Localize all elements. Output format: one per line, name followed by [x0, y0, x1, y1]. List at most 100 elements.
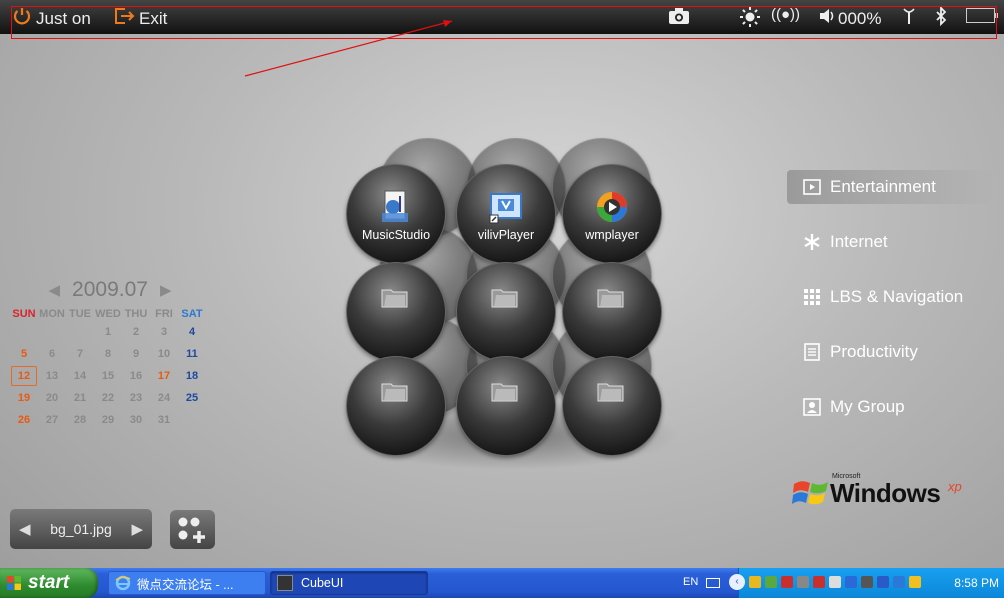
calendar-day[interactable]: 5: [10, 343, 38, 365]
calendar-day[interactable]: 19: [10, 387, 38, 409]
calendar-day[interactable]: 1: [94, 321, 122, 343]
previous-wallpaper-button[interactable]: ◀: [19, 520, 31, 538]
calendar-day[interactable]: 7: [66, 343, 94, 365]
tray-bluetooth-icon[interactable]: [845, 576, 857, 588]
language-indicator[interactable]: EN: [683, 576, 698, 588]
menu-item-lbs-navigation[interactable]: LBS & Navigation: [787, 280, 997, 314]
system-tray: ‹ 8:58 PM: [729, 568, 1004, 598]
folder-icon: [381, 383, 408, 402]
menu-item-productivity[interactable]: Productivity: [787, 335, 997, 369]
tray-app-icon[interactable]: [765, 576, 777, 588]
calendar-day[interactable]: 10: [150, 343, 178, 365]
calendar-day[interactable]: 24: [150, 387, 178, 409]
calendar-day[interactable]: 30: [122, 409, 150, 431]
menu-item-internet[interactable]: Internet: [787, 225, 997, 259]
viliv-player-icon: [451, 188, 561, 226]
keyboard-icon[interactable]: [706, 578, 720, 588]
calendar-day[interactable]: 17: [150, 365, 178, 387]
tray-shield-icon[interactable]: [861, 576, 873, 588]
person-icon: [803, 398, 821, 416]
calendar-day[interactable]: 13: [38, 365, 66, 387]
taskbar-button-label: 微点交流论坛 - ...: [137, 577, 234, 592]
taskbar-button-cubeui[interactable]: CubeUI: [270, 571, 428, 595]
calendar-day[interactable]: 2: [122, 321, 150, 343]
calendar-day[interactable]: 21: [66, 387, 94, 409]
tray-network-icon[interactable]: [797, 576, 809, 588]
app-launcher-wmplayer[interactable]: wmplayer: [557, 188, 667, 242]
next-month-button[interactable]: ▶: [160, 281, 172, 299]
menu-item-label: Entertainment: [830, 177, 936, 196]
calendar-day[interactable]: 31: [150, 409, 178, 431]
tray-expand-icon[interactable]: ‹: [729, 574, 745, 590]
volume-control[interactable]: 000%: [818, 6, 881, 31]
wallpaper-filename: bg_01.jpg: [50, 521, 112, 537]
app-launcher-musicstudio[interactable]: MusicStudio: [341, 188, 451, 242]
taskbar-button-forum[interactable]: 微点交流论坛 - ...: [108, 571, 266, 595]
internet-explorer-icon: [115, 575, 131, 591]
antenna-icon: [902, 6, 916, 26]
tray-network-disconnected-icon[interactable]: [781, 576, 793, 588]
calendar-day[interactable]: 27: [38, 409, 66, 431]
tray-volume-icon[interactable]: [829, 576, 841, 588]
folder-sphere[interactable]: [456, 262, 556, 362]
folder-sphere[interactable]: [456, 356, 556, 456]
calendar-day[interactable]: 26: [10, 409, 38, 431]
calendar-day[interactable]: 11: [178, 343, 206, 365]
app-launcher-vilivplayer[interactable]: vilivPlayer: [451, 188, 561, 242]
taskbar-clock[interactable]: 8:58 PM: [954, 576, 999, 590]
tray-qq-icon[interactable]: [749, 576, 761, 588]
wallpaper-selector: ◀ bg_01.jpg ▶: [10, 509, 152, 549]
folder-sphere[interactable]: [562, 356, 662, 456]
tray-display-icon[interactable]: [877, 576, 889, 588]
calendar-day[interactable]: 14: [66, 365, 94, 387]
just-on-label: Just on: [36, 8, 91, 28]
category-menu: Entertainment Internet LBS & Navigation Pro…: [787, 170, 997, 445]
asterisk-icon: [803, 233, 821, 251]
windows-media-player-icon: [557, 188, 667, 226]
calendar-day[interactable]: 23: [122, 387, 150, 409]
calendar-empty-cell: [178, 409, 206, 431]
weekday-label: FRI: [155, 308, 173, 320]
app-label: wmplayer: [585, 228, 639, 242]
calendar-day[interactable]: 9: [122, 343, 150, 365]
calendar-day[interactable]: 22: [94, 387, 122, 409]
calendar-day[interactable]: 29: [94, 409, 122, 431]
calendar-day[interactable]: 4: [178, 321, 206, 343]
calendar-day[interactable]: 16: [122, 365, 150, 387]
logo-xp-text: xp: [948, 479, 962, 494]
menu-item-entertainment[interactable]: Entertainment: [787, 170, 997, 204]
previous-month-button[interactable]: ◀: [48, 281, 60, 299]
calendar-day[interactable]: 6: [38, 343, 66, 365]
brightness-icon[interactable]: [739, 6, 761, 28]
calendar-day[interactable]: 25: [178, 387, 206, 409]
add-widget-button[interactable]: [170, 510, 215, 549]
camera-icon[interactable]: [667, 6, 691, 26]
weekday-label: SUN: [12, 308, 36, 320]
menu-item-my-group[interactable]: My Group: [787, 390, 997, 424]
tray-warning-icon[interactable]: [813, 576, 825, 588]
calendar-day[interactable]: 15: [94, 365, 122, 387]
folder-sphere[interactable]: [562, 262, 662, 362]
app-label: MusicStudio: [361, 228, 431, 242]
calendar-day[interactable]: 20: [38, 387, 66, 409]
just-on-button[interactable]: Just on: [12, 6, 91, 31]
wireless-signal-icon[interactable]: ((●)): [771, 6, 800, 23]
volume-text: 000%: [838, 8, 882, 28]
calendar-day[interactable]: 8: [94, 343, 122, 365]
exit-button[interactable]: Exit: [113, 6, 167, 31]
folder-sphere[interactable]: [346, 262, 446, 362]
folder-sphere[interactable]: [346, 356, 446, 456]
next-wallpaper-button[interactable]: ▶: [131, 520, 143, 538]
calendar-grid: SUN MON TUE WED THU FRI SAT 1 2 3 4 5 6 7 8 9 10 11 12 13 14…: [10, 307, 210, 431]
tray-device-icon[interactable]: [893, 576, 905, 588]
exit-label: Exit: [139, 8, 168, 28]
start-button[interactable]: start: [0, 568, 98, 598]
calendar-day[interactable]: 18: [178, 365, 206, 387]
calendar-day[interactable]: 3: [150, 321, 178, 343]
tray-update-icon[interactable]: [909, 576, 921, 588]
calendar-widget: ◀ 2009.07 ▶ SUN MON TUE WED THU FRI SAT 1 2 3 4 5 6 7…: [10, 278, 210, 431]
calendar-day[interactable]: 28: [66, 409, 94, 431]
bluetooth-icon[interactable]: [934, 6, 948, 26]
top-status-bar: Just on Exit ((●)) 000%: [0, 0, 1004, 39]
calendar-day[interactable]: 12: [10, 365, 38, 387]
